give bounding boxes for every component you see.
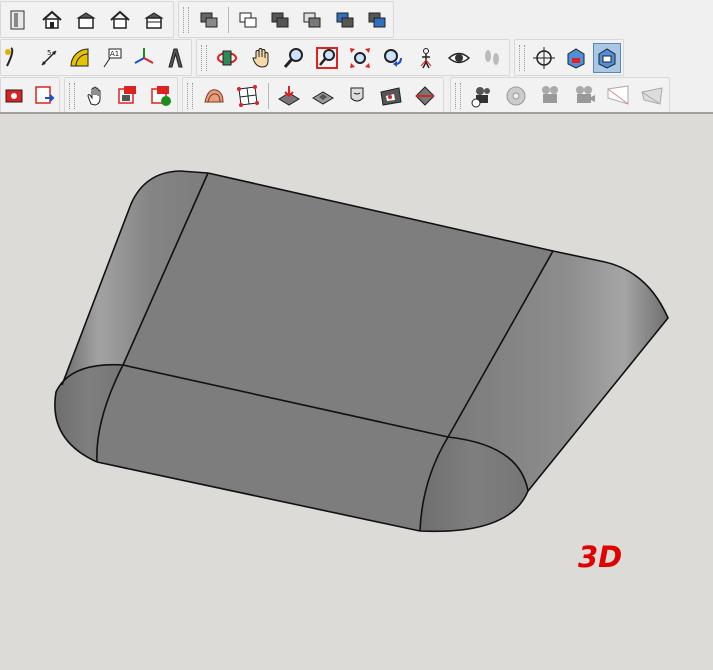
film-disc-icon[interactable] xyxy=(501,81,531,111)
protractor-icon[interactable] xyxy=(66,43,94,73)
model-viewport[interactable]: 3D xyxy=(0,114,713,670)
component-icon[interactable] xyxy=(114,81,143,111)
walk-icon[interactable] xyxy=(478,43,507,73)
axes-icon[interactable] xyxy=(130,43,158,73)
toolbar-section-group xyxy=(514,39,624,76)
layer-icon[interactable] xyxy=(195,5,223,35)
flip-edge-icon[interactable] xyxy=(410,81,440,111)
toolbar-grip[interactable] xyxy=(455,82,461,109)
toolbar-layers-group xyxy=(178,1,394,38)
layer-5-icon[interactable] xyxy=(331,5,359,35)
toolbar-row-3 xyxy=(0,76,713,114)
add-detail-icon[interactable] xyxy=(376,81,406,111)
zoom-extents-icon[interactable] xyxy=(345,43,374,73)
toolbar-row-2: 5 A1 xyxy=(0,38,713,76)
file-icon[interactable] xyxy=(3,5,33,35)
sandbox-scratch-icon[interactable] xyxy=(233,81,263,111)
film-camera-icon[interactable] xyxy=(535,81,565,111)
smoove-icon[interactable] xyxy=(274,81,304,111)
film-advance-icon[interactable] xyxy=(467,81,497,111)
layer-3-icon[interactable] xyxy=(266,5,294,35)
arc-icon[interactable] xyxy=(3,43,31,73)
toolbar-camera-group xyxy=(196,39,510,76)
toolbar-grip[interactable] xyxy=(69,82,75,109)
previous-view-icon[interactable] xyxy=(379,43,408,73)
send-to-layout-icon[interactable] xyxy=(3,81,28,111)
stamp-icon[interactable] xyxy=(308,81,338,111)
component-2-icon[interactable] xyxy=(146,81,175,111)
home-4-icon[interactable] xyxy=(139,5,169,35)
toolbar-components-group xyxy=(64,77,178,114)
section-plane-icon[interactable] xyxy=(531,43,558,73)
layer-6-icon[interactable] xyxy=(363,5,391,35)
toolbar-layout-group xyxy=(0,77,60,114)
toolbar-sandbox-group xyxy=(182,77,444,114)
toolbar-separator xyxy=(227,6,229,33)
display-section-planes-icon[interactable] xyxy=(562,43,589,73)
home-icon[interactable] xyxy=(37,5,67,35)
toolbar-grip[interactable] xyxy=(183,6,189,33)
hand-icon[interactable] xyxy=(81,81,110,111)
view-label: 3D xyxy=(578,540,623,574)
film-frustum-2-icon[interactable] xyxy=(637,81,667,111)
toolbar-grip[interactable] xyxy=(201,44,207,71)
film-frustum-icon[interactable] xyxy=(603,81,633,111)
look-around-icon[interactable] xyxy=(445,43,474,73)
toolbar-separator xyxy=(268,82,269,109)
film-camera-2-icon[interactable] xyxy=(569,81,599,111)
zoom-icon[interactable] xyxy=(279,43,308,73)
toolbar-grip[interactable] xyxy=(187,82,193,109)
toolbar-grip[interactable] xyxy=(519,44,525,71)
home-2-icon[interactable] xyxy=(71,5,101,35)
rounded-slab-model[interactable] xyxy=(0,114,713,670)
3d-text-icon[interactable] xyxy=(161,43,189,73)
toolbar-film-group xyxy=(450,77,670,114)
zoom-window-icon[interactable] xyxy=(312,43,341,73)
orbit-icon[interactable] xyxy=(213,43,242,73)
pan-icon[interactable] xyxy=(246,43,275,73)
display-section-cuts-icon[interactable] xyxy=(593,42,621,73)
home-3-icon[interactable] xyxy=(105,5,135,35)
text-label-icon[interactable]: A1 xyxy=(98,43,126,73)
toolbar-row-1 xyxy=(0,0,713,38)
layer-4-icon[interactable] xyxy=(298,5,326,35)
toolbar-construction-group: 5 A1 xyxy=(0,39,192,76)
drape-icon[interactable] xyxy=(342,81,372,111)
svg-text:A1: A1 xyxy=(110,50,119,58)
layer-2-icon[interactable] xyxy=(234,5,262,35)
toolbar-area: 5 A1 xyxy=(0,0,713,114)
sandbox-contour-icon[interactable] xyxy=(199,81,229,111)
position-camera-icon[interactable] xyxy=(412,43,441,73)
dimension-icon[interactable]: 5 xyxy=(35,43,63,73)
export-icon[interactable] xyxy=(32,81,57,111)
toolbar-views-group xyxy=(0,1,174,38)
svg-text:5: 5 xyxy=(47,49,51,57)
